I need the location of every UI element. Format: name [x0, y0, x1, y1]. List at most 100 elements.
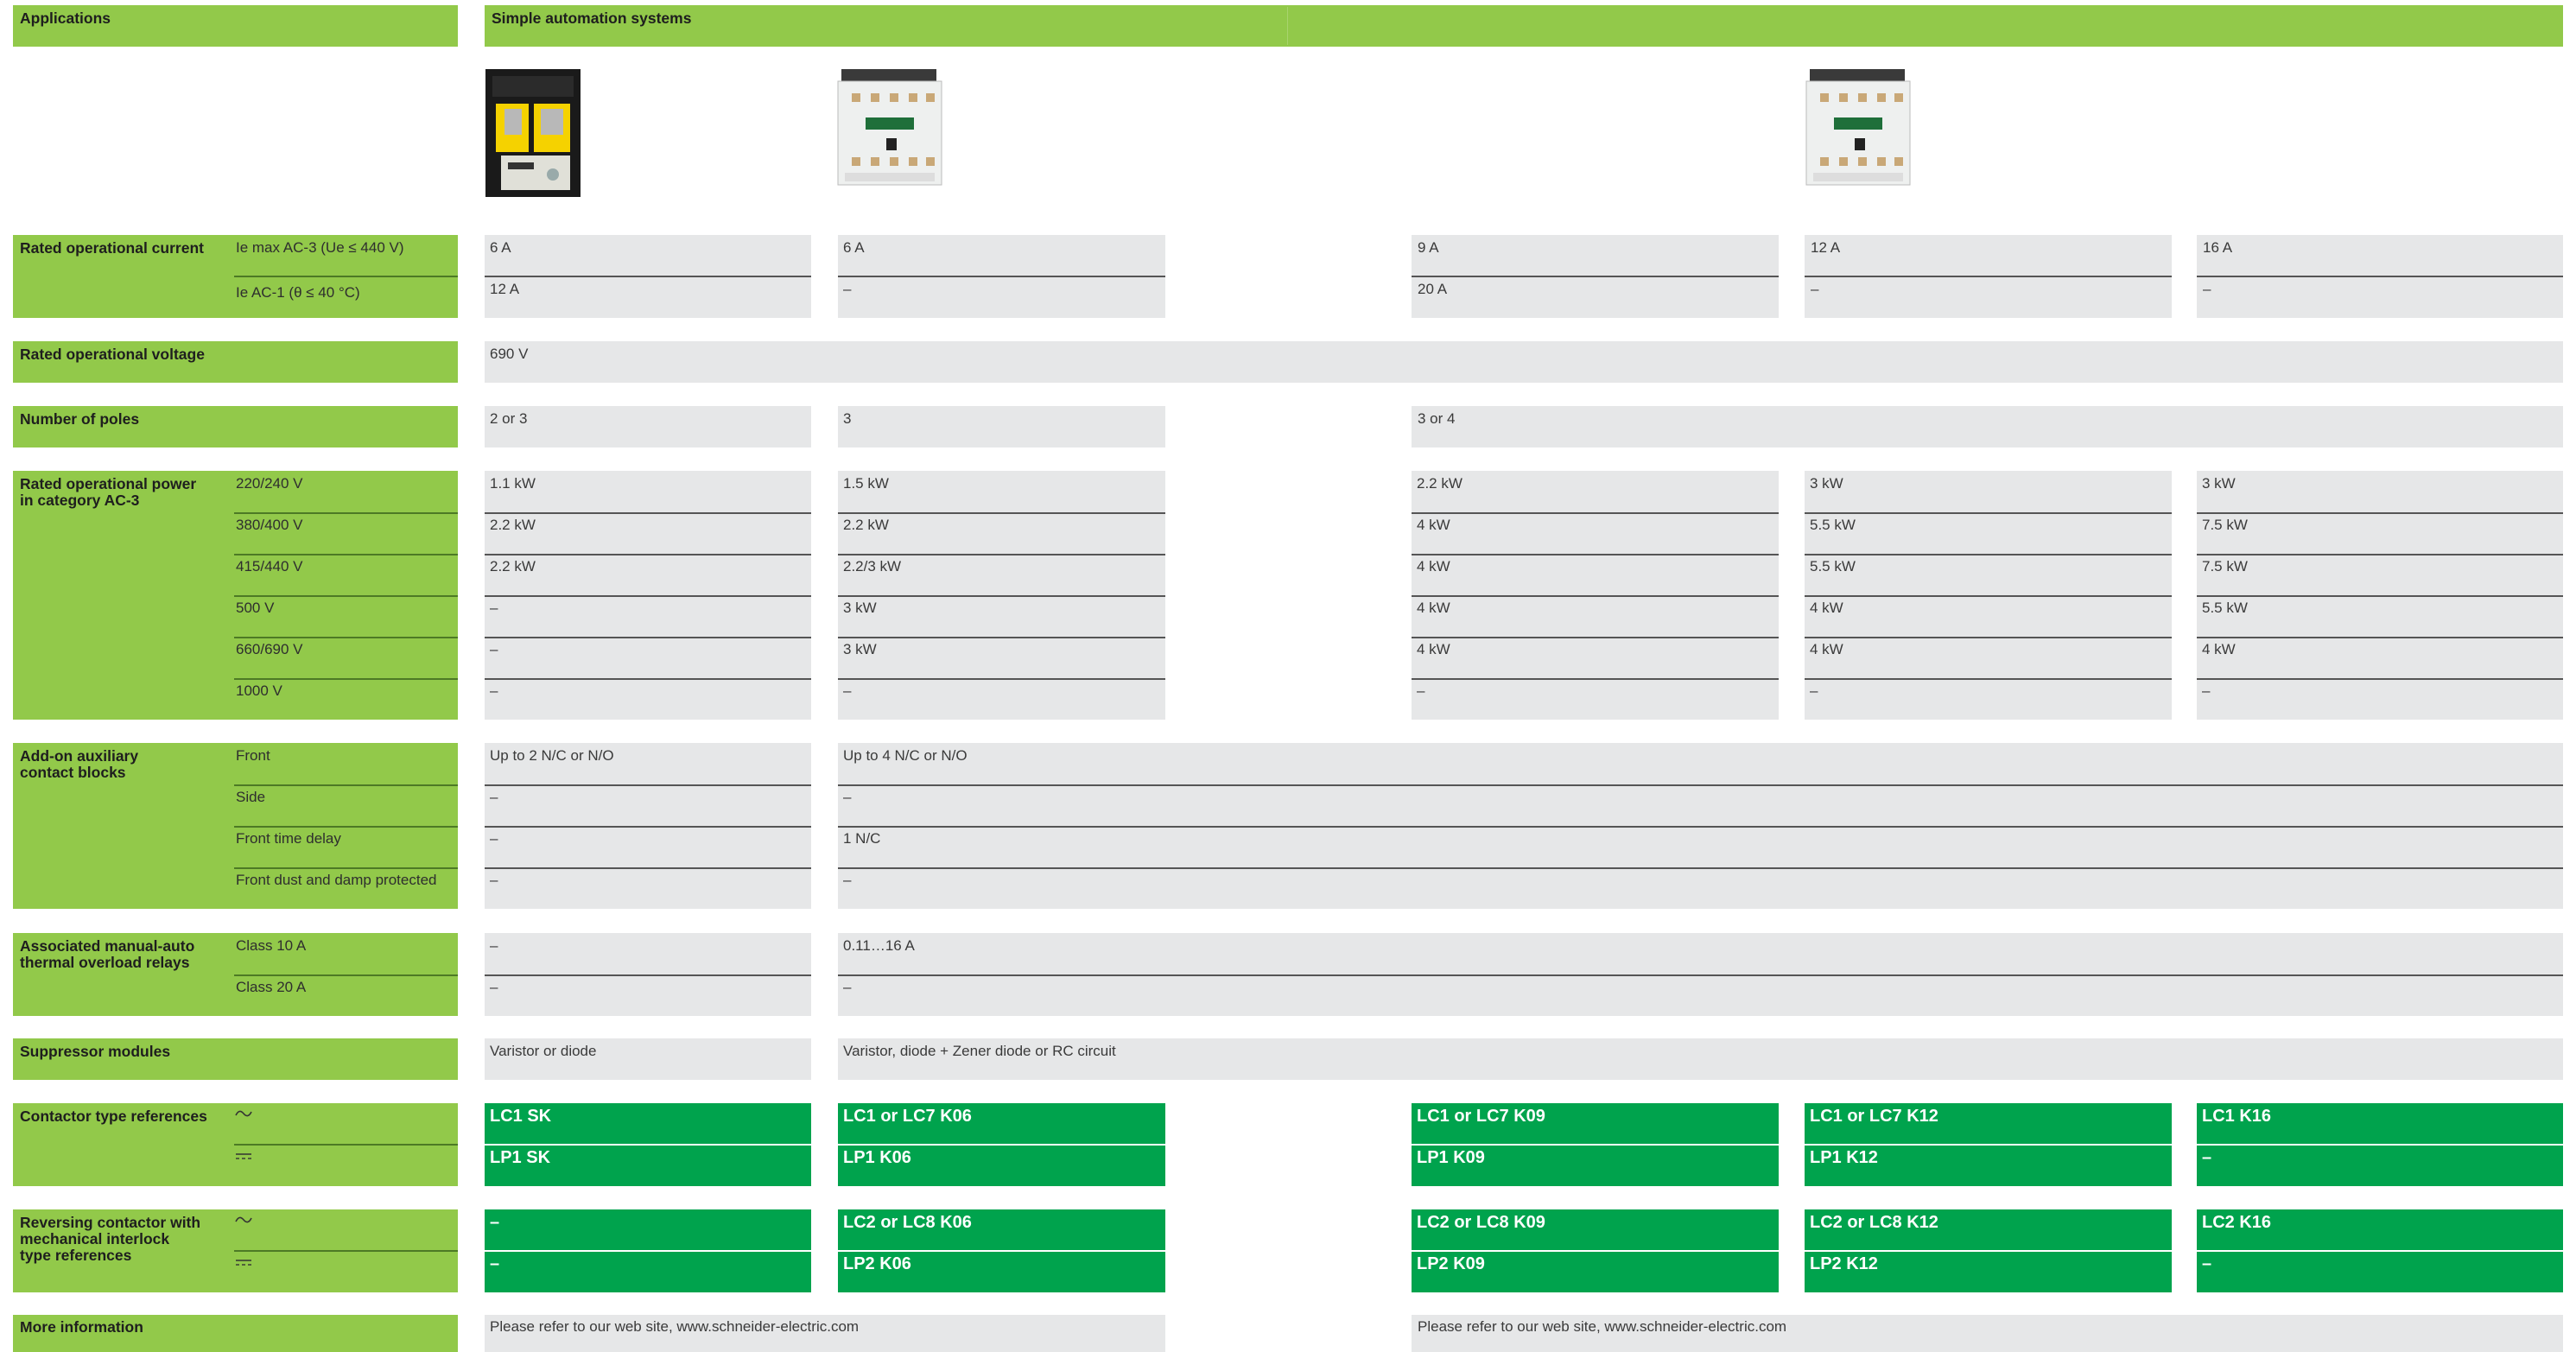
- thermal-sub: Class 20 A: [236, 979, 307, 995]
- product-image-lc1-k06: [836, 67, 945, 188]
- product-image-lc1-sk: [484, 66, 582, 199]
- cell: 1.1 kW: [490, 475, 536, 492]
- cell: –: [843, 281, 852, 297]
- current-label: Rated operational current: [20, 239, 204, 257]
- cell: 3 kW: [843, 600, 877, 616]
- reversing-ref: LC2 or LC8 K09: [1417, 1213, 1545, 1232]
- reversing-ref: LC2 or LC8 K06: [843, 1213, 972, 1232]
- contactor-ref: LC1 SK: [490, 1107, 552, 1126]
- cell: 6 A: [490, 239, 511, 256]
- cell: 5.5 kW: [1810, 558, 1856, 574]
- cell: 4 kW: [1810, 641, 1843, 657]
- cell: –: [843, 682, 852, 699]
- cell: Varistor or diode: [490, 1043, 597, 1059]
- thermal-sub: Class 10 A: [236, 937, 307, 954]
- cell: –: [1810, 682, 1818, 699]
- cell: –: [2203, 281, 2211, 297]
- ac-current-icon: [235, 1108, 252, 1120]
- cell: 4 kW: [1417, 558, 1450, 574]
- cell: 2.2 kW: [490, 517, 536, 533]
- addon-sub: Front time delay: [236, 830, 341, 847]
- power-sub-voltage: 660/690 V: [236, 641, 303, 657]
- cell: –: [490, 979, 498, 995]
- product-image-lc1-k09: [1805, 67, 1913, 188]
- reversing-ref: LP2 K12: [1810, 1254, 1878, 1273]
- cell: 3 kW: [1810, 475, 1843, 492]
- cell: 20 A: [1418, 281, 1448, 297]
- contactor-ref: LC1 or LC7 K09: [1417, 1107, 1545, 1126]
- power-sub-voltage: 500 V: [236, 600, 275, 616]
- cell: –: [1417, 682, 1425, 699]
- reversing-ref: –: [2202, 1254, 2212, 1273]
- reversing-label-1: Reversing contactor with: [20, 1214, 201, 1231]
- cell: 3 kW: [843, 641, 877, 657]
- more-label: More information: [20, 1318, 143, 1336]
- cell: 2 or 3: [490, 410, 528, 427]
- power-sub-voltage: 1000 V: [236, 682, 282, 699]
- addon-label-2: contact blocks: [20, 764, 126, 781]
- power-sub-voltage: 220/240 V: [236, 475, 303, 492]
- addon-sub: Side: [236, 789, 266, 805]
- cell: 7.5 kW: [2202, 517, 2248, 533]
- cell: 2.2 kW: [490, 558, 536, 574]
- reversing-label-3: type references: [20, 1247, 132, 1264]
- cell: Varistor, diode + Zener diode or RC circ…: [843, 1043, 1116, 1059]
- voltage-label: Rated operational voltage: [20, 346, 205, 363]
- power-sub-voltage: 380/400 V: [236, 517, 303, 533]
- cell: 5.5 kW: [1810, 517, 1856, 533]
- cell: 16 A: [2203, 239, 2233, 256]
- cell: 3 or 4: [1418, 410, 1456, 427]
- addon-sub: Front dust and damp protected: [236, 872, 437, 888]
- contactor-ref: LP1 K12: [1810, 1148, 1878, 1167]
- cell: 1 N/C: [843, 830, 881, 847]
- power-label-2: in category AC-3: [20, 492, 140, 509]
- current-sub-ac3: Ie max AC-3 (Ue ≤ 440 V): [236, 239, 404, 256]
- cell: 9 A: [1418, 239, 1439, 256]
- thermal-label-2: thermal overload relays: [20, 954, 190, 971]
- cell: 3: [843, 410, 852, 427]
- systems-header: Simple automation systems: [485, 5, 2563, 47]
- cell: 2.2 kW: [843, 517, 889, 533]
- voltage-value: 690 V: [490, 346, 529, 362]
- cell: –: [490, 641, 498, 657]
- cell: 5.5 kW: [2202, 600, 2248, 616]
- cell: 1.5 kW: [843, 475, 889, 492]
- power-sub-voltage: 415/440 V: [236, 558, 303, 574]
- poles-label: Number of poles: [20, 410, 140, 428]
- cell: 12 A: [1811, 239, 1841, 256]
- systems-label: Simple automation systems: [492, 10, 692, 27]
- contactor-ref: –: [2202, 1148, 2212, 1167]
- cell: Up to 4 N/C or N/O: [843, 747, 968, 764]
- cell: 12 A: [490, 281, 520, 297]
- cell: –: [490, 872, 498, 888]
- cell: Up to 2 N/C or N/O: [490, 747, 614, 764]
- more-info-link[interactable]: Please refer to our web site, www.schnei…: [1418, 1318, 1786, 1336]
- cell: 6 A: [843, 239, 865, 256]
- reversing-ref: LP2 K09: [1417, 1254, 1485, 1273]
- contactor-ref: LC1 or LC7 K06: [843, 1107, 972, 1126]
- reversing-ref: LP2 K06: [843, 1254, 911, 1273]
- cell: –: [490, 600, 498, 616]
- contactor-ref: LP1 K09: [1417, 1148, 1485, 1167]
- contactor-ref: LP1 K06: [843, 1148, 911, 1167]
- cell: –: [490, 830, 498, 847]
- suppressor-label: Suppressor modules: [20, 1043, 171, 1060]
- cell: –: [2202, 682, 2211, 699]
- contactor-ref: LC1 K16: [2202, 1107, 2272, 1126]
- current-sub-ac1: Ie AC-1 (θ ≤ 40 °C): [236, 284, 360, 301]
- cell: –: [490, 682, 498, 699]
- thermal-label-1: Associated manual-auto: [20, 937, 195, 955]
- ac-current-icon: [235, 1214, 252, 1226]
- cell: –: [843, 979, 852, 995]
- dc-current-icon: [235, 1151, 252, 1163]
- more-info-link[interactable]: Please refer to our web site, www.schnei…: [490, 1318, 859, 1336]
- cell: 3 kW: [2202, 475, 2236, 492]
- contactor-ref: LP1 SK: [490, 1148, 551, 1167]
- dc-current-icon: [235, 1257, 252, 1269]
- cell: 4 kW: [1417, 600, 1450, 616]
- cell: 0.11…16 A: [843, 937, 915, 954]
- contactor-label: Contactor type references: [20, 1108, 207, 1125]
- cell: 4 kW: [1417, 641, 1450, 657]
- cell: 2.2/3 kW: [843, 558, 902, 574]
- cell: –: [843, 872, 852, 888]
